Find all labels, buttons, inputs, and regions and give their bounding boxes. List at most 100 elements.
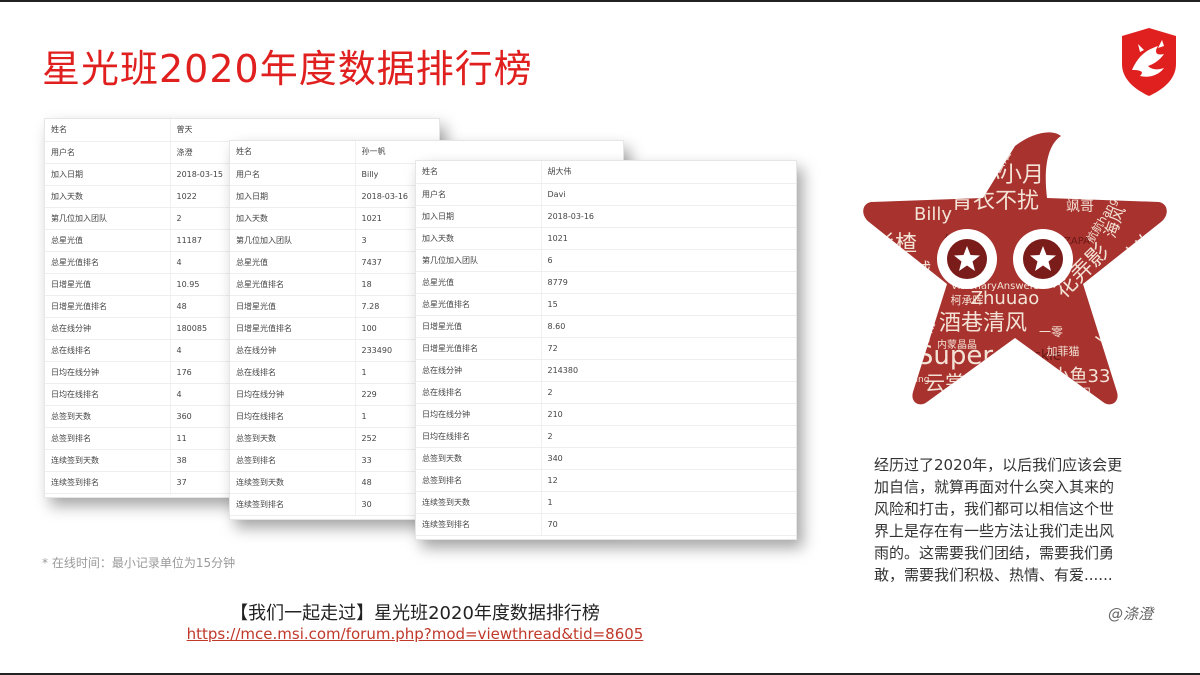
slide: 星光班2020年度数据排行榜 姓名 曾天 用户名 涤澄 加入日期 2018-03-15 加入…: [0, 0, 1200, 675]
cloud-word: 飒哥: [1066, 199, 1094, 215]
field-label: 日增星光值排名: [45, 295, 171, 318]
field-label: 总签到排名: [416, 469, 542, 492]
field-label: 第几位加入团队: [45, 207, 171, 230]
field-label: 加入日期: [45, 163, 171, 186]
forum-post-link[interactable]: https://mce.msi.com/forum.php?mod=viewth…: [0, 625, 830, 643]
table-row: 总星光值 8779: [416, 271, 796, 294]
cloud-word: 余生: [1112, 337, 1134, 351]
field-value: 72: [541, 337, 796, 360]
ranking-table-3: 姓名 胡大伟 用户名 Davi 加入日期 2018-03-16 加入天数 1021 第几位加入团…: [416, 161, 796, 536]
cloud-word: Actinium: [1110, 259, 1139, 304]
field-label: 总星光值排名: [45, 251, 171, 274]
field-label: 日均在线排名: [416, 425, 542, 448]
field-label: 日增星光值排名: [416, 337, 542, 360]
table-row: 第几位加入团队 6: [416, 249, 796, 272]
field-label: 日增星光值排名: [230, 317, 356, 340]
field-label: 连续签到天数: [230, 471, 356, 494]
field-label: 连续签到天数: [45, 449, 171, 472]
cloud-word: 绒绒: [895, 260, 931, 281]
field-label: 日均在线分钟: [230, 383, 356, 406]
cloud-word: 一零: [1039, 325, 1063, 339]
field-value: 1021: [541, 227, 796, 250]
field-label: 连续签到排名: [230, 493, 356, 516]
field-label: 加入天数: [230, 207, 356, 230]
field-value: Davi: [541, 183, 796, 206]
field-label: 日增星光值: [230, 295, 356, 318]
cloud-word: 内蒙晶晶: [937, 338, 977, 351]
author-signature: @涤澄: [1108, 605, 1154, 623]
field-label: 姓名: [45, 119, 171, 142]
field-value: 6: [541, 249, 796, 272]
field-value: 8779: [541, 271, 796, 294]
table-row: 总签到排名 12: [416, 469, 796, 492]
field-value: 210: [541, 403, 796, 426]
field-value: 340: [541, 447, 796, 470]
table-row: 日均在线排名 2: [416, 425, 796, 448]
table-row: 总在线排名 2: [416, 381, 796, 404]
field-label: 总签到天数: [416, 447, 542, 470]
field-label: 总星光值: [45, 229, 171, 252]
field-label: 总在线排名: [45, 339, 171, 362]
field-label: 总在线排名: [230, 361, 356, 384]
ranking-card-3: 姓名 胡大伟 用户名 Davi 加入日期 2018-03-16 加入天数 1021 第几位加入团…: [415, 160, 797, 540]
field-label: 总在线分钟: [45, 317, 171, 340]
cloud-word: 青衣不扰: [951, 189, 1039, 214]
forum-post-title: 【我们一起走过】星光班2020年度数据排行榜: [230, 603, 600, 624]
field-label: 总签到天数: [45, 405, 171, 428]
field-label: 用户名: [230, 163, 356, 186]
cloud-word: 加菲猫: [1047, 345, 1080, 358]
table-row: 日增星光值排名 72: [416, 337, 796, 360]
star-word-cloud: 小小月青衣不扰Billy杉楂绒绒海风花弄影 whyZhuuao酒巷清风Super小…: [863, 132, 1167, 405]
field-label: 总星光值排名: [230, 273, 356, 296]
field-value: 曾天: [170, 119, 439, 142]
field-label: 总在线分钟: [230, 339, 356, 362]
quote-line: 风险和打击，我们都可以相信这个世: [874, 500, 1115, 518]
field-label: 加入日期: [416, 205, 542, 228]
left-eye-icon: [937, 229, 997, 289]
field-label: 第几位加入团队: [416, 249, 542, 272]
cloud-word: 影: [895, 301, 922, 327]
cloud-word: 晓破残阳: [1039, 387, 1091, 402]
field-label: 总在线分钟: [416, 359, 542, 382]
field-value: 2: [541, 381, 796, 404]
cloud-word: 小小月: [978, 163, 1044, 188]
quote-line: 经历过了2020年，以后我们应该会更: [874, 456, 1123, 474]
field-label: 总在线排名: [416, 381, 542, 404]
table-row: 日均在线分钟 210: [416, 403, 796, 426]
table-row: 连续签到排名 70: [416, 513, 796, 536]
table-row: 日增星光值 8.60: [416, 315, 796, 338]
cloud-word: Unswerving: [877, 375, 930, 385]
field-value: 15: [541, 293, 796, 316]
field-label: 日均在线分钟: [45, 361, 171, 384]
field-label: 第几位加入团队: [230, 229, 356, 252]
field-label: 加入天数: [416, 227, 542, 250]
cloud-word: 酒巷清风: [939, 311, 1027, 336]
quote-line: 界上是存在有一些方法让我们走出风: [874, 522, 1115, 540]
field-value: 8.60: [541, 315, 796, 338]
field-label: 总星光值: [416, 271, 542, 294]
field-label: 日增星光值: [416, 315, 542, 338]
field-label: 连续签到排名: [416, 513, 542, 536]
field-label: 用户名: [416, 183, 542, 206]
cloud-word: Billy: [914, 204, 952, 225]
field-label: 总星光值排名: [416, 293, 542, 316]
quote-line: 敢，需要我们积极、热情、有爱......: [874, 566, 1113, 584]
field-label: 姓名: [416, 161, 542, 184]
quote-line: 雨的。这需要我们团结，需要我们勇: [874, 544, 1115, 562]
field-label: 日均在线排名: [230, 405, 356, 428]
table-row: 总星光值排名 15: [416, 293, 796, 316]
field-value: 胡大伟: [541, 161, 796, 184]
table-row: 连续签到天数 1: [416, 491, 796, 514]
reflection-quote: 经历过了2020年，以后我们应该会更 加自信，就算再面对什么突入其来的 风险和打击，…: [874, 454, 1166, 586]
slide-title: 星光班2020年度数据排行榜: [42, 47, 533, 91]
msi-dragon-shield-logo: [1122, 28, 1176, 96]
field-value: 70: [541, 513, 796, 536]
field-value: 2018-03-16: [541, 205, 796, 228]
table-row: 总在线分钟 214380: [416, 359, 796, 382]
field-label: 日均在线分钟: [416, 403, 542, 426]
field-label: 日均在线排名: [45, 383, 171, 406]
cloud-word: 杉楂: [873, 232, 917, 257]
footnote: * 在线时间：最小记录单位为15分钟: [42, 556, 236, 570]
field-label: 连续签到排名: [45, 471, 171, 494]
table-row: 用户名 Davi: [416, 183, 796, 206]
